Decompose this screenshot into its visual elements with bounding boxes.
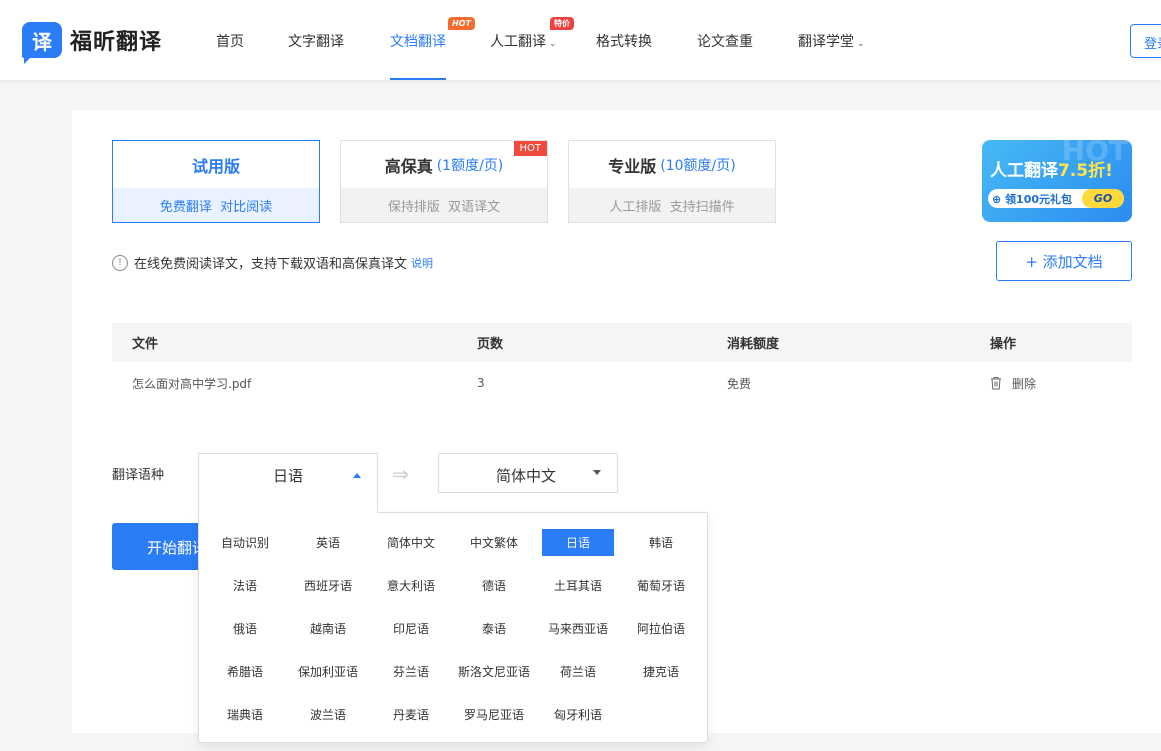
chevron-down-icon: ⌄ [549,39,557,49]
language-dropdown: 自动识别 英语 简体中文 中文繁体 日语 韩语法语 西班牙语 意大利语 德语 土耳其语 葡萄牙语俄语… [198,512,708,743]
nav-doc-translate[interactable]: 文档翻译 HOT [390,17,475,80]
plan-subtitle: 人工排版 支持扫描件 [569,188,775,222]
hot-badge: HOT [448,17,475,30]
language-option[interactable]: 保加利亚语 [292,658,364,685]
nav-format-convert[interactable]: 格式转换 [596,31,652,80]
plan-trial[interactable]: 试用版 免费翻译 对比阅读 [112,140,320,223]
login-button[interactable]: 登录 [1130,24,1161,58]
language-option[interactable]: 日语 [542,529,614,556]
language-option[interactable]: 德语 [458,572,530,599]
plan-professional[interactable]: 专业版 (10额度/页) 人工排版 支持扫描件 [568,140,776,223]
logo-text: 福昕翻译 [70,30,163,55]
file-name: 怎么面对高中学习.pdf [132,376,252,391]
col-file: 文件 [132,337,159,352]
notice-text: 在线免费阅读译文，支持下载双语和高保真译文 [134,257,408,272]
nav-plagiarism-check[interactable]: 论文查重 [697,31,753,80]
promo-pill[interactable]: ⊕ 领100元礼包 GO [988,189,1124,208]
promo-go-button[interactable]: GO [1082,189,1124,208]
source-language-value: 日语 [273,467,304,485]
delete-label: 删除 [1012,376,1037,391]
promo-pill-label: 领100元礼包 [1005,193,1073,206]
nav-human-translate[interactable]: 人工翻译 ⌄ 特价 [490,17,574,80]
plan-high-fidelity[interactable]: 高保真 (1额度/页) 保持排版 双语译文 HOT [340,140,548,223]
caret-down-icon [593,470,601,475]
language-option[interactable]: 意大利语 [375,572,447,599]
notice-line: ! 在线免费阅读译文，支持下载双语和高保真译文 说明 [112,253,433,272]
language-option[interactable]: 希腊语 [209,658,281,685]
language-option[interactable]: 阿拉伯语 [625,615,697,642]
arrow-right-icon[interactable]: ⇒ [392,462,409,486]
hot-badge: HOT [513,141,547,156]
language-option[interactable]: 瑞典语 [209,701,281,728]
language-label: 翻译语种 [112,468,165,483]
language-option[interactable]: 荷兰语 [542,658,614,685]
language-option[interactable]: 印尼语 [375,615,447,642]
file-pages: 3 [477,376,485,390]
col-action: 操作 [990,337,1017,352]
target-language-value: 简体中文 [496,467,557,485]
language-option[interactable]: 法语 [209,572,281,599]
language-option[interactable]: 波兰语 [292,701,364,728]
info-icon: ! [112,254,128,271]
language-option[interactable]: 俄语 [209,615,281,642]
col-cost: 消耗额度 [727,337,780,352]
language-option[interactable]: 斯洛文尼亚语 [458,658,530,685]
table-row: 怎么面对高中学习.pdf 3 免费 删除 [112,362,1132,404]
language-option[interactable]: 西班牙语 [292,572,364,599]
language-option[interactable]: 马来西亚语 [542,615,614,642]
plan-price: (1额度/页) [436,157,504,174]
brand-logo[interactable]: 译 福昕翻译 [22,22,163,64]
plan-title: 高保真 [384,156,433,176]
language-option[interactable]: 罗马尼亚语 [458,701,530,728]
language-option[interactable]: 泰语 [458,615,530,642]
file-cost: 免费 [727,376,752,391]
caret-up-icon [353,473,361,478]
language-option[interactable]: 自动识别 [209,529,281,556]
language-option[interactable]: 葡萄牙语 [625,572,697,599]
language-option[interactable]: 中文繁体 [458,529,530,556]
promo-discount: 7.5折! [1058,161,1113,181]
plan-title: 试用版 [191,156,240,176]
language-option[interactable]: 韩语 [625,529,697,556]
top-header: 译 福昕翻译 首页 文字翻译 文档翻译 HOT 人工翻译 ⌄ 特价 格式转换 论文… [0,0,1161,80]
notice-link[interactable]: 说明 [411,255,433,271]
col-pages: 页数 [477,337,504,352]
language-option[interactable]: 越南语 [292,615,364,642]
language-option[interactable]: 匈牙利语 [542,701,614,728]
language-option[interactable]: 土耳其语 [542,572,614,599]
chevron-down-icon: ⌄ [857,39,865,49]
nav-academy[interactable]: 翻译学堂 ⌄ [798,31,865,80]
language-option[interactable]: 英语 [292,529,364,556]
sale-badge: 特价 [550,17,574,30]
language-option[interactable]: 芬兰语 [375,658,447,685]
add-document-button[interactable]: + 添加文档 [996,241,1132,281]
plan-subtitle: 免费翻译 对比阅读 [113,188,319,222]
promo-title: 人工翻译7.5折! [990,161,1113,181]
file-table: 文件 页数 消耗额度 操作 怎么面对高中学习.pdf 3 免费 删除 [112,323,1132,404]
nav-home[interactable]: 首页 [216,31,244,80]
delete-button[interactable]: 删除 [990,362,1036,404]
language-option[interactable]: 丹麦语 [375,701,447,728]
language-option[interactable]: 捷克语 [625,658,697,685]
nav-text-translate[interactable]: 文字翻译 [288,31,344,80]
plan-price: (10额度/页) [660,157,736,174]
plan-subtitle: 保持排版 双语译文 [341,188,547,222]
table-header: 文件 页数 消耗额度 操作 [112,323,1132,362]
target-language-select[interactable]: 简体中文 [438,453,618,493]
source-language-select[interactable]: 日语 [198,453,378,513]
language-option[interactable]: 简体中文 [375,529,447,556]
logo-icon: 译 [22,22,62,64]
promo-banner[interactable]: HOT 人工翻译7.5折! ⊕ 领100元礼包 GO [982,140,1132,222]
plan-title: 专业版 [608,156,657,176]
trash-icon [991,377,1001,390]
